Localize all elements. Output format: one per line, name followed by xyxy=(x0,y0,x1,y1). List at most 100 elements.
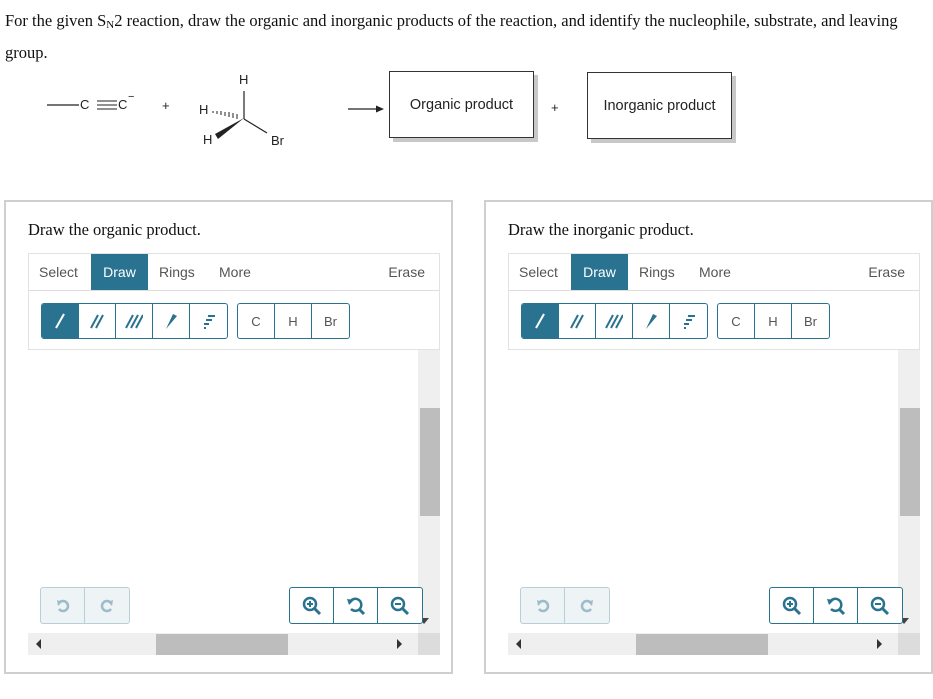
undo-icon xyxy=(56,599,69,612)
vertical-scroll-thumb[interactable] xyxy=(900,408,920,516)
tool-row: C H Br xyxy=(508,291,920,350)
zoom-reset-icon xyxy=(826,597,845,615)
hydrogen-label: H xyxy=(199,102,209,117)
atom-br-button[interactable]: Br xyxy=(792,304,829,338)
tab-rings[interactable]: Rings xyxy=(629,254,685,290)
editor-tabs: Select Draw Rings More Erase xyxy=(28,253,440,291)
panel-title: Draw the inorganic product. xyxy=(508,220,694,239)
tab-more[interactable]: More xyxy=(209,254,261,290)
horizontal-scrollbar[interactable] xyxy=(28,633,418,655)
question-prefix: For the given S xyxy=(5,11,107,30)
single-bond-icon xyxy=(55,313,65,329)
panel-title: Draw the organic product. xyxy=(28,220,201,239)
molecule-editor: Select Draw Rings More Erase C H Br xyxy=(508,253,920,661)
editor-tabs: Select Draw Rings More Erase xyxy=(508,253,920,291)
atom-h-button[interactable]: H xyxy=(275,304,312,338)
zoom-in-button[interactable] xyxy=(290,588,334,623)
hydrogen-label: H xyxy=(203,132,213,147)
organic-product-box: Organic product xyxy=(389,71,534,138)
single-bond-tool[interactable] xyxy=(522,304,559,338)
tab-rings[interactable]: Rings xyxy=(149,254,205,290)
question-text: For the given SN2 reaction, draw the org… xyxy=(5,7,930,66)
scroll-left-arrow[interactable] xyxy=(516,639,521,649)
question-suffix: 2 reaction, draw the organic and inorgan… xyxy=(5,11,898,62)
horizontal-scroll-thumb[interactable] xyxy=(636,634,768,655)
tab-draw[interactable]: Draw xyxy=(571,254,628,290)
undo-button[interactable] xyxy=(41,588,85,623)
tab-draw[interactable]: Draw xyxy=(91,254,148,290)
undo-icon xyxy=(536,599,549,612)
hydrogen-label: H xyxy=(239,72,249,87)
atom-br-button[interactable]: Br xyxy=(312,304,349,338)
tool-row: C H Br xyxy=(28,291,440,350)
wedge-bond-icon xyxy=(166,314,177,329)
tab-more[interactable]: More xyxy=(689,254,741,290)
atom-tool-group: C H Br xyxy=(237,303,350,339)
double-bond-tool[interactable] xyxy=(79,304,116,338)
zoom-out-icon xyxy=(390,596,410,615)
triple-bond-tool[interactable] xyxy=(116,304,153,338)
zoom-reset-button[interactable] xyxy=(814,588,858,623)
scroll-corner xyxy=(898,633,920,655)
wedge-bond-tool[interactable] xyxy=(153,304,190,338)
hashed-bond xyxy=(212,111,238,119)
zoom-out-icon xyxy=(870,596,890,615)
zoom-reset-icon xyxy=(346,597,365,615)
double-bond-icon xyxy=(90,314,104,329)
double-bond-tool[interactable] xyxy=(559,304,596,338)
zoom-controls xyxy=(289,587,423,624)
scroll-corner xyxy=(418,633,440,655)
hash-bond-tool[interactable] xyxy=(670,304,707,338)
zoom-out-button[interactable] xyxy=(858,588,902,623)
triple-bond-icon xyxy=(125,314,143,329)
redo-icon xyxy=(100,599,113,612)
scroll-left-arrow[interactable] xyxy=(36,639,41,649)
hash-bond-icon xyxy=(203,315,215,329)
zoom-in-button[interactable] xyxy=(770,588,814,623)
zoom-reset-button[interactable] xyxy=(334,588,378,623)
horizontal-scrollbar[interactable] xyxy=(508,633,898,655)
negative-charge: − xyxy=(128,91,135,103)
atom-h-button[interactable]: H xyxy=(755,304,792,338)
plus-sign: + xyxy=(551,100,559,115)
undo-redo-group xyxy=(520,587,610,624)
inorganic-product-panel: Draw the inorganic product. Select Draw … xyxy=(484,200,933,674)
zoom-out-button[interactable] xyxy=(378,588,422,623)
tab-select[interactable]: Select xyxy=(29,254,88,290)
inorganic-product-box: Inorganic product xyxy=(587,72,732,139)
wedge-bond-tool[interactable] xyxy=(633,304,670,338)
erase-button[interactable]: Erase xyxy=(858,254,915,290)
double-bond-icon xyxy=(570,314,584,329)
triple-bond-tool[interactable] xyxy=(596,304,633,338)
atom-c-button[interactable]: C xyxy=(238,304,275,338)
organic-product-panel: Draw the organic product. Select Draw Ri… xyxy=(4,200,453,674)
scroll-right-arrow[interactable] xyxy=(877,639,882,649)
atom-c-button[interactable]: C xyxy=(718,304,755,338)
vertical-scroll-thumb[interactable] xyxy=(420,408,440,516)
scroll-right-arrow[interactable] xyxy=(397,639,402,649)
undo-button[interactable] xyxy=(521,588,565,623)
erase-button[interactable]: Erase xyxy=(378,254,435,290)
reaction-scheme: C C − + H H H Br Organic product + Inorg… xyxy=(0,60,933,160)
bond-tool-group xyxy=(41,303,228,339)
bromine-label: Br xyxy=(271,133,284,148)
horizontal-scroll-thumb[interactable] xyxy=(156,634,288,655)
carbon-label: C xyxy=(80,97,90,112)
zoom-controls xyxy=(769,587,903,624)
triple-bond-icon xyxy=(605,314,623,329)
redo-icon xyxy=(580,599,593,612)
single-bond-tool[interactable] xyxy=(42,304,79,338)
c-br-bond xyxy=(243,118,268,134)
carbon-label: C xyxy=(118,97,128,112)
zoom-in-icon xyxy=(302,596,321,615)
molecule-editor: Select Draw Rings More Erase C H Br xyxy=(28,253,440,661)
tab-select[interactable]: Select xyxy=(509,254,568,290)
hash-bond-tool[interactable] xyxy=(190,304,227,338)
bond-tool-group xyxy=(521,303,708,339)
zoom-in-icon xyxy=(782,596,801,615)
wedge-bond-icon xyxy=(646,314,657,329)
wedge-bond xyxy=(215,118,244,139)
atom-tool-group: C H Br xyxy=(717,303,830,339)
redo-button[interactable] xyxy=(565,588,609,623)
redo-button[interactable] xyxy=(85,588,129,623)
